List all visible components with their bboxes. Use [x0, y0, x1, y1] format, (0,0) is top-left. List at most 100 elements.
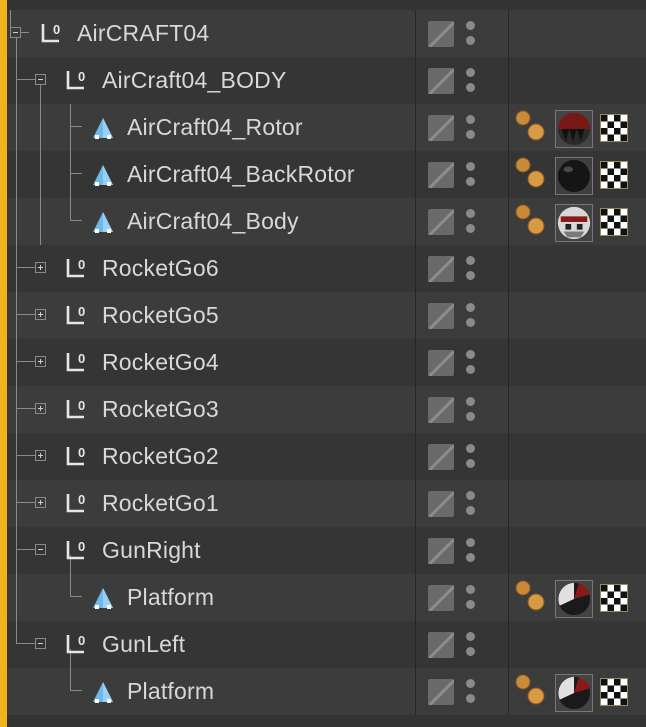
- layer-checkbox-icon[interactable]: [428, 679, 454, 705]
- visibility-dots-icon[interactable]: [464, 254, 476, 284]
- checker-texture-icon[interactable]: [600, 208, 628, 236]
- object-name[interactable]: RocketGo2: [102, 433, 219, 480]
- tree-row-aircraft04-body-group[interactable]: 0 AirCraft04_BODY: [7, 57, 646, 104]
- visibility-dots-icon[interactable]: [464, 348, 476, 378]
- visibility-dots-icon[interactable]: [464, 160, 476, 190]
- phong-tag-icon[interactable]: [513, 672, 547, 710]
- visibility-dots-icon[interactable]: [464, 536, 476, 566]
- object-name[interactable]: AirCraft04_Rotor: [127, 104, 303, 151]
- visibility-dots-icon[interactable]: [464, 19, 476, 49]
- flags-cell: [415, 292, 509, 339]
- phong-tag-icon[interactable]: [513, 155, 547, 193]
- visibility-dots-icon[interactable]: [464, 583, 476, 613]
- tree-row-rocketgo4[interactable]: 0 RocketGo4: [7, 339, 646, 386]
- expand-icon[interactable]: [35, 356, 46, 367]
- expand-icon[interactable]: [35, 403, 46, 414]
- material-tag-icon[interactable]: [555, 157, 593, 195]
- tree-row-rocketgo6[interactable]: 0 RocketGo6: [7, 245, 646, 292]
- layer-checkbox-icon[interactable]: [428, 585, 454, 611]
- layer-checkbox-icon[interactable]: [428, 303, 454, 329]
- tree-row-gunright[interactable]: 0 GunRight: [7, 527, 646, 574]
- polygon-object-icon: [93, 682, 113, 703]
- material-tag-icon[interactable]: [555, 674, 593, 712]
- checker-texture-icon[interactable]: [600, 114, 628, 142]
- object-name[interactable]: Platform: [127, 574, 214, 621]
- layer-checkbox-icon[interactable]: [428, 397, 454, 423]
- object-name[interactable]: RocketGo1: [102, 480, 219, 527]
- tree-row-rocketgo5[interactable]: 0 RocketGo5: [7, 292, 646, 339]
- expand-icon[interactable]: [35, 262, 46, 273]
- layer-checkbox-icon[interactable]: [428, 162, 454, 188]
- collapse-icon[interactable]: [35, 74, 46, 85]
- object-name[interactable]: AirCRAFT04: [77, 10, 209, 57]
- tags-cell: [509, 57, 646, 104]
- visibility-dots-icon[interactable]: [464, 630, 476, 660]
- visibility-dots-icon[interactable]: [464, 442, 476, 472]
- tags-cell: [509, 386, 646, 433]
- visibility-dots-icon[interactable]: [464, 207, 476, 237]
- phong-tag-icon[interactable]: [513, 202, 547, 240]
- layer-checkbox-icon[interactable]: [428, 68, 454, 94]
- tree-row-rocketgo1[interactable]: 0 RocketGo1: [7, 480, 646, 527]
- tree-row-aircraft04-body[interactable]: AirCraft04_Body: [7, 198, 646, 245]
- object-name[interactable]: AirCraft04_Body: [127, 198, 299, 245]
- phong-tag-icon[interactable]: [513, 578, 547, 616]
- object-name[interactable]: AirCraft04_BackRotor: [127, 151, 355, 198]
- expand-icon[interactable]: [35, 450, 46, 461]
- layer-checkbox-icon[interactable]: [428, 256, 454, 282]
- tree-row-aircraft04[interactable]: 0 AirCRAFT04: [7, 10, 646, 57]
- visibility-dots-icon[interactable]: [464, 489, 476, 519]
- tree-line: [70, 198, 71, 221]
- visibility-dots-icon[interactable]: [464, 301, 476, 331]
- layer-checkbox-icon[interactable]: [428, 538, 454, 564]
- visibility-dots-icon[interactable]: [464, 395, 476, 425]
- layer-checkbox-icon[interactable]: [428, 115, 454, 141]
- svg-text:0: 0: [78, 492, 85, 507]
- object-name[interactable]: RocketGo6: [102, 245, 219, 292]
- visibility-dots-icon[interactable]: [464, 113, 476, 143]
- tags-cell: [509, 339, 646, 386]
- layer-checkbox-icon[interactable]: [428, 444, 454, 470]
- layer-checkbox-icon[interactable]: [428, 632, 454, 658]
- expand-icon[interactable]: [35, 497, 46, 508]
- tree-line: [16, 621, 17, 644]
- object-name[interactable]: AirCraft04_BODY: [102, 57, 287, 104]
- object-name[interactable]: GunLeft: [102, 621, 185, 668]
- tree-row-aircraft04-rotor[interactable]: AirCraft04_Rotor: [7, 104, 646, 151]
- tree-row-rocketgo2[interactable]: 0 RocketGo2: [7, 433, 646, 480]
- tree-row-platform-right[interactable]: Platform: [7, 574, 646, 621]
- collapse-icon[interactable]: [10, 27, 21, 38]
- material-tag-icon[interactable]: [555, 580, 593, 618]
- tree-row-gunleft[interactable]: 0 GunLeft: [7, 621, 646, 668]
- collapse-icon[interactable]: [35, 638, 46, 649]
- layer-checkbox-icon[interactable]: [428, 21, 454, 47]
- name-cell: 0 RocketGo4: [7, 339, 415, 386]
- layer-checkbox-icon[interactable]: [428, 350, 454, 376]
- object-name[interactable]: RocketGo5: [102, 292, 219, 339]
- tags-cell: [509, 151, 646, 198]
- layer-checkbox-icon[interactable]: [428, 209, 454, 235]
- material-tag-icon[interactable]: [555, 204, 593, 242]
- object-name[interactable]: RocketGo3: [102, 386, 219, 433]
- object-name[interactable]: GunRight: [102, 527, 201, 574]
- tree-row-platform-left[interactable]: Platform: [7, 668, 646, 715]
- visibility-dots-icon[interactable]: [464, 66, 476, 96]
- name-cell: Platform: [7, 668, 415, 715]
- tree-row-rocketgo3[interactable]: 0 RocketGo3: [7, 386, 646, 433]
- object-name[interactable]: Platform: [127, 668, 214, 715]
- null-object-icon: 0: [66, 492, 85, 513]
- checker-texture-icon[interactable]: [600, 678, 628, 706]
- checker-texture-icon[interactable]: [600, 161, 628, 189]
- expand-icon[interactable]: [35, 309, 46, 320]
- checker-texture-icon[interactable]: [600, 584, 628, 612]
- material-tag-icon[interactable]: [555, 110, 593, 148]
- flags-cell: [415, 104, 509, 151]
- visibility-dots-icon[interactable]: [464, 677, 476, 707]
- object-name[interactable]: RocketGo4: [102, 339, 219, 386]
- collapse-icon[interactable]: [35, 544, 46, 555]
- name-cell: 0 RocketGo6: [7, 245, 415, 292]
- tree-row-aircraft04-backrotor[interactable]: AirCraft04_BackRotor: [7, 151, 646, 198]
- selection-accent-bar: [0, 0, 7, 727]
- layer-checkbox-icon[interactable]: [428, 491, 454, 517]
- phong-tag-icon[interactable]: [513, 108, 547, 146]
